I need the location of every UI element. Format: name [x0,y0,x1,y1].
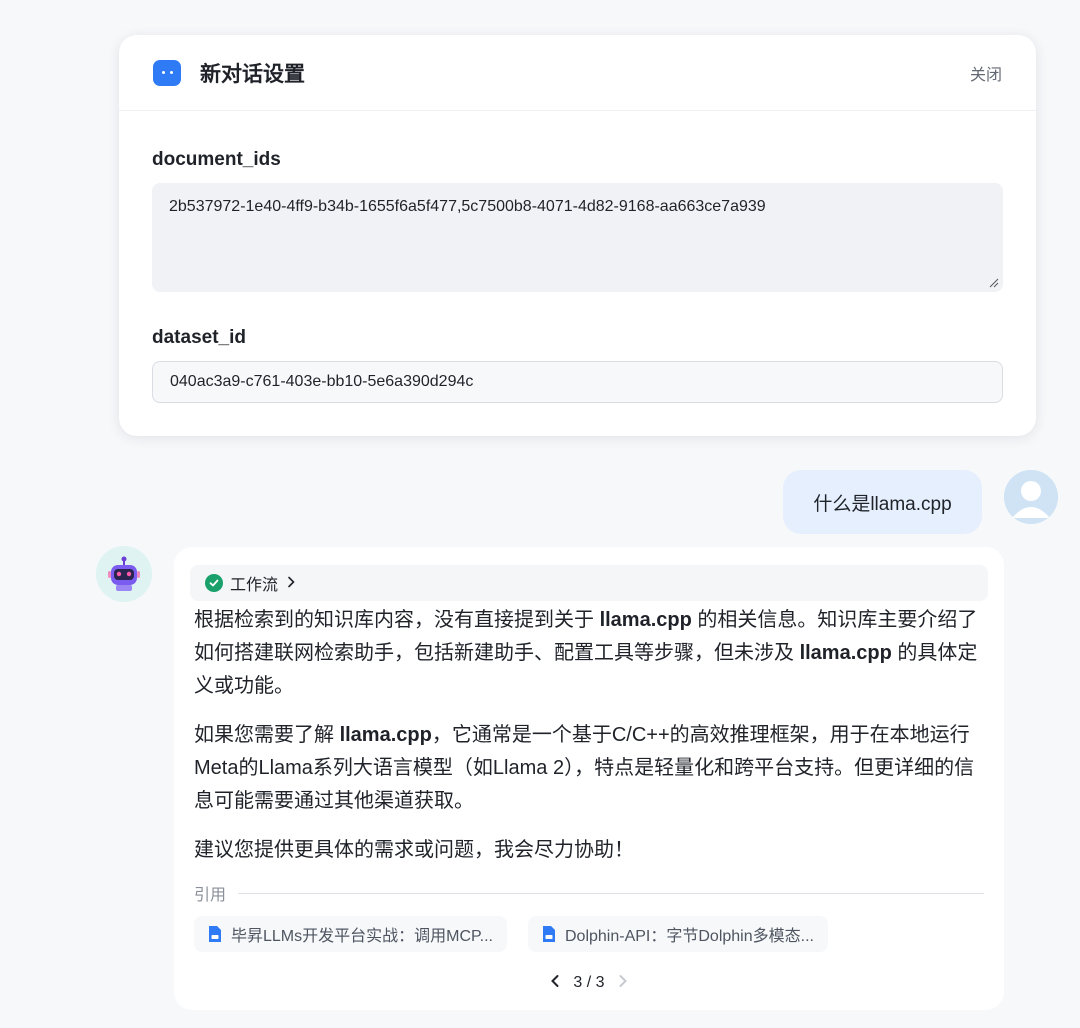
pager-current: 3 [573,973,583,991]
answer-keyword: llama.cpp [339,724,432,746]
document-icon [209,926,221,942]
bot-avatar [96,546,152,602]
references-label: 引用 [194,887,227,904]
chat-icon [153,59,181,86]
new-chat-settings-card: 新对话设置 关闭 document_ids 2b537972-1e40-4ff9… [119,35,1036,436]
workflow-toggle[interactable]: 工作流 [190,565,988,601]
close-button[interactable]: 关闭 [970,61,1002,85]
answer-keyword: llama.cpp [799,642,892,664]
chevron-right-icon[interactable] [618,972,628,993]
user-message-text: 什么是llama.cpp [813,493,952,515]
answer-paragraph-2: 如果您需要了解 llama.cpp，它通常是一个基于C/C++的高效推理框架，用… [194,719,984,818]
document-ids-value: 2b537972-1e40-4ff9-b34b-1655f6a5f477,5c7… [169,198,766,215]
dataset-id-label: dataset_id [152,327,246,348]
reference-title: 毕昇LLMs开发平台实战：调用MCP... [231,928,493,945]
robot-avatar-icon [96,546,152,602]
workflow-label: 工作流 [230,577,279,594]
answer-text: 如果您需要了解 [194,724,340,746]
settings-title: 新对话设置 [200,62,305,86]
check-icon [205,574,223,592]
reference-title: Dolphin-API：字节Dolphin多模态... [565,928,814,945]
user-avatar-icon [1004,470,1058,524]
chevron-left-icon[interactable] [550,972,560,993]
document-icon [543,926,555,942]
pager-total: 3 [595,973,605,991]
resize-handle-icon[interactable] [989,278,999,288]
dataset-id-input[interactable]: 040ac3a9-c761-403e-bb10-5e6a390d294c [152,361,1003,403]
reference-chip[interactable]: Dolphin-API：字节Dolphin多模态... [528,916,828,952]
document-ids-label: document_ids [152,149,281,170]
answer-keyword: llama.cpp [599,609,692,631]
divider-line [238,892,984,894]
reference-chip[interactable]: 毕昇LLMs开发平台实战：调用MCP... [194,916,507,952]
bot-message-card: 工作流 根据检索到的知识库内容，没有直接提到关于 llama.cpp 的相关信息… [174,547,1004,1010]
user-avatar [1004,470,1058,524]
dataset-id-value: 040ac3a9-c761-403e-bb10-5e6a390d294c [170,373,474,390]
settings-header: 新对话设置 关闭 [119,35,1036,111]
answer-pager: 3 / 3 [174,972,1004,993]
answer-text: 根据检索到的知识库内容，没有直接提到关于 [194,609,600,631]
references-divider: 引用 [194,881,984,905]
user-message-bubble: 什么是llama.cpp [783,470,982,534]
answer-paragraph-3: 建议您提供更具体的需求或问题，我会尽力协助！ [194,834,984,867]
answer-paragraph-1: 根据检索到的知识库内容，没有直接提到关于 llama.cpp 的相关信息。知识库… [194,604,984,703]
answer-text: 建议您提供更具体的需求或问题，我会尽力协助！ [194,839,634,861]
chevron-right-icon [287,575,296,592]
document-ids-textarea[interactable]: 2b537972-1e40-4ff9-b34b-1655f6a5f477,5c7… [152,183,1003,292]
pager-status: 3 / 3 [573,974,604,992]
pager-separator: / [586,973,592,991]
